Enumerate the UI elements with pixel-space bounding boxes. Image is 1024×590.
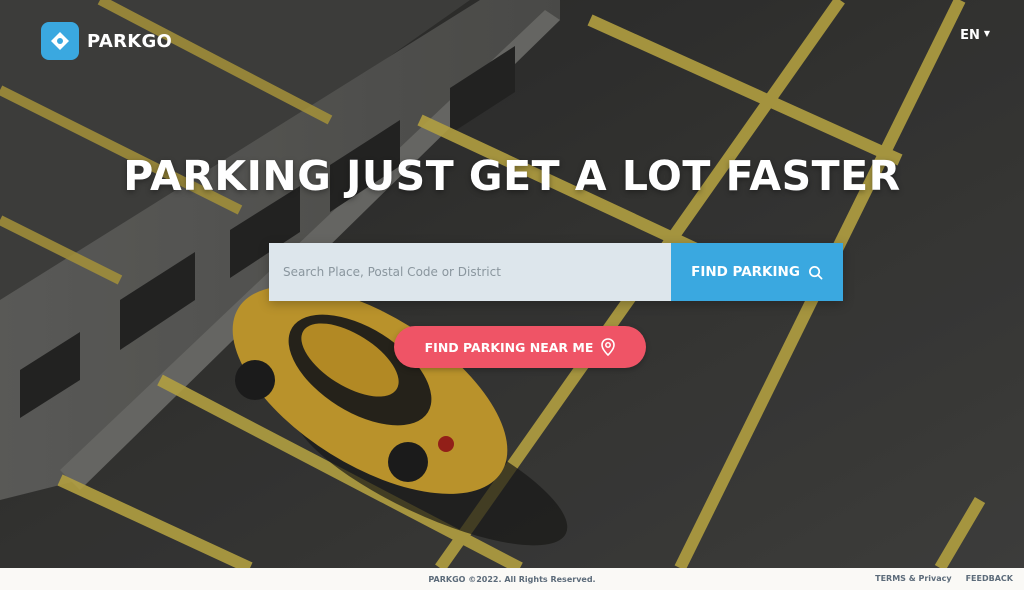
- location-pin-icon: [601, 338, 616, 356]
- footer-links: TERMS & Privacy FEEDBACK: [875, 574, 1013, 583]
- search-icon: [808, 265, 823, 279]
- caret-down-icon: ▼: [983, 29, 990, 38]
- terms-privacy-link[interactable]: TERMS & Privacy: [875, 574, 951, 583]
- parking-pin-icon: [41, 22, 79, 60]
- search-bar: FIND PARKING: [269, 243, 843, 301]
- brand-name: PARKGO: [87, 30, 173, 52]
- footer: PARKGO ©2022. All Rights Reserved. TERMS…: [0, 568, 1024, 590]
- find-parking-near-me-button[interactable]: FIND PARKING NEAR ME: [394, 326, 646, 368]
- search-input[interactable]: [269, 243, 671, 301]
- language-selector[interactable]: EN ▼: [960, 28, 990, 43]
- language-label: EN: [960, 28, 980, 43]
- find-parking-button[interactable]: FIND PARKING: [671, 243, 843, 301]
- find-parking-label: FIND PARKING: [691, 264, 800, 280]
- near-me-label: FIND PARKING NEAR ME: [424, 339, 594, 355]
- brand-logo[interactable]: PARKGO: [41, 22, 172, 60]
- copyright-text: PARKGO ©2022. All Rights Reserved.: [428, 575, 596, 584]
- feedback-link[interactable]: FEEDBACK: [966, 574, 1013, 583]
- hero-headline: PARKING JUST GET A LOT FASTER: [123, 152, 901, 200]
